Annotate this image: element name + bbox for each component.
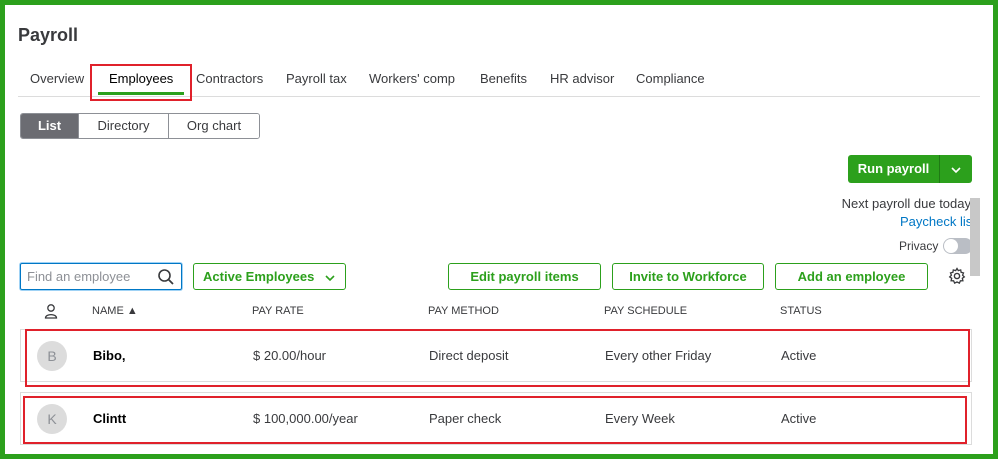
tab-workers-comp[interactable]: Workers' comp — [369, 71, 455, 86]
privacy-toggle[interactable] — [943, 238, 973, 254]
gear-icon[interactable] — [948, 267, 966, 285]
tab-compliance[interactable]: Compliance — [636, 71, 705, 86]
column-header-name[interactable]: NAME ▲ — [92, 305, 138, 317]
person-icon — [44, 304, 58, 319]
row-highlight — [23, 396, 967, 444]
search-icon[interactable] — [157, 268, 175, 286]
toggle-knob — [944, 239, 958, 253]
filter-label: Active Employees — [203, 269, 315, 284]
column-header-status[interactable]: STATUS — [780, 305, 822, 317]
run-payroll-button[interactable]: Run payroll — [848, 155, 940, 183]
column-header-pay-method[interactable]: PAY METHOD — [428, 305, 499, 317]
view-toggle: List Directory Org chart — [20, 113, 260, 139]
page-title: Payroll — [18, 25, 79, 45]
privacy-label: Privacy — [899, 239, 939, 253]
run-payroll-dropdown[interactable] — [940, 155, 972, 183]
active-employees-filter[interactable]: Active Employees — [193, 263, 346, 290]
chevron-down-icon — [951, 167, 961, 173]
column-header-pay-schedule[interactable]: PAY SCHEDULE — [604, 305, 687, 317]
tab-benefits[interactable]: Benefits — [480, 71, 527, 86]
add-employee-button[interactable]: Add an employee — [775, 263, 928, 290]
search-input[interactable] — [21, 264, 149, 289]
tab-hr-advisor[interactable]: HR advisor — [550, 71, 614, 86]
edit-payroll-items-button[interactable]: Edit payroll items — [448, 263, 601, 290]
employees-tab-highlight — [90, 64, 192, 101]
tab-overview[interactable]: Overview — [30, 71, 84, 86]
next-payroll-due: Next payroll due today — [841, 196, 971, 211]
view-list-button[interactable]: List — [21, 114, 79, 138]
column-header-pay-rate[interactable]: PAY RATE — [252, 305, 304, 317]
invite-to-workforce-button[interactable]: Invite to Workforce — [612, 263, 764, 290]
paycheck-list-link[interactable]: Paycheck list — [900, 214, 976, 229]
search-box — [20, 263, 182, 290]
scrollbar[interactable] — [970, 198, 980, 276]
view-org-chart-button[interactable]: Org chart — [169, 114, 259, 138]
view-directory-button[interactable]: Directory — [79, 114, 169, 138]
tab-contractors[interactable]: Contractors — [196, 71, 263, 86]
tab-payroll-tax[interactable]: Payroll tax — [286, 71, 347, 86]
run-payroll-split-button: Run payroll — [848, 155, 972, 183]
chevron-down-icon — [325, 274, 335, 281]
row-highlight — [25, 329, 970, 387]
